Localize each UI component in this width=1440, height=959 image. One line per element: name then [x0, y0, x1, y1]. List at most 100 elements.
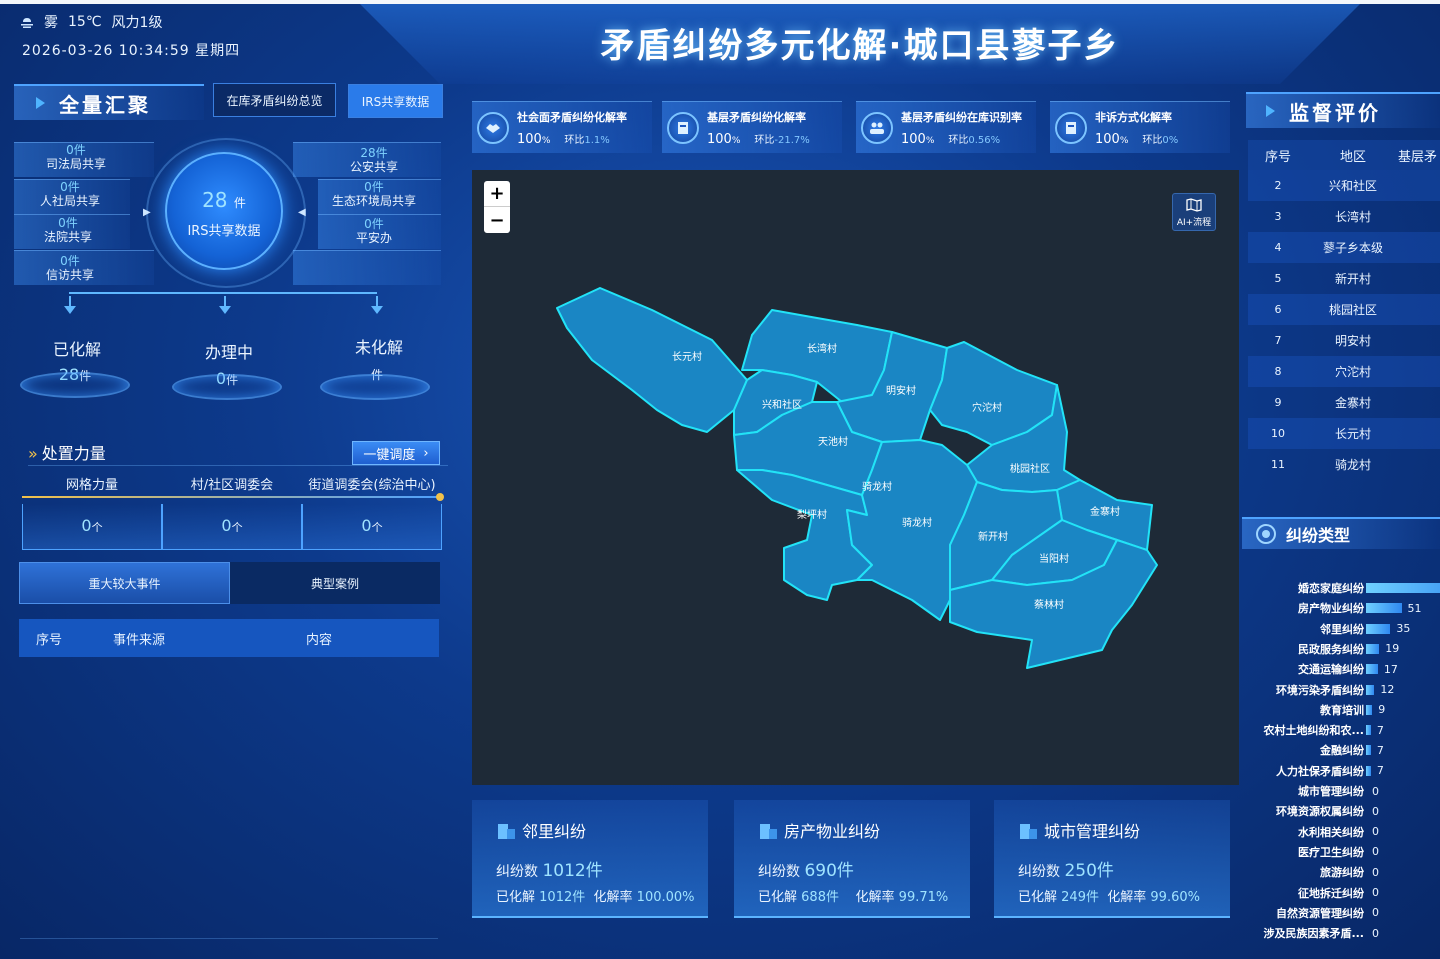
- bar-row[interactable]: 环境资源权属纠纷 0: [1248, 801, 1379, 821]
- share-item[interactable]: 0件 法院共享: [28, 216, 108, 244]
- table-row[interactable]: 6 桃园社区: [1248, 294, 1440, 325]
- ai-process-button[interactable]: AI+流程: [1172, 193, 1216, 231]
- row-area: 桃园社区: [1328, 303, 1377, 317]
- row-area: 明安村: [1334, 334, 1371, 348]
- bar-mark: [1366, 643, 1380, 654]
- tab-irs-share[interactable]: IRS共享数据: [348, 84, 443, 118]
- row-area: 穴沱村: [1334, 365, 1371, 379]
- weather-condition: 雾: [44, 15, 58, 31]
- force-value-grid[interactable]: 0个: [22, 504, 162, 550]
- bar-row[interactable]: 旅游纠纷 0: [1248, 862, 1379, 882]
- dot-marker: [436, 493, 444, 501]
- force-label: 村/社区调委会: [190, 478, 274, 493]
- bar-row[interactable]: 教育培训 9: [1248, 700, 1385, 720]
- row-number: 3: [1274, 210, 1282, 223]
- share-item[interactable]: 0件 平安办: [334, 217, 414, 245]
- dispute-card-neighbor[interactable]: 邻里纠纷 纠纷数 1012件 已化解 1012件 化解率 100.00%: [472, 800, 708, 918]
- weather-wind: 风力1级: [111, 15, 163, 31]
- bar-row[interactable]: 金融纠纷 7: [1248, 740, 1384, 760]
- force-value-village[interactable]: 0个: [162, 504, 302, 550]
- bar-label: 环境污染矛盾纠纷: [1276, 683, 1364, 697]
- row-area: 新开村: [1334, 272, 1371, 286]
- bar-row[interactable]: 人力社保矛盾纠纷 7: [1248, 761, 1384, 781]
- share-bg: [293, 250, 441, 285]
- tab-typical-cases[interactable]: 典型案例: [230, 562, 440, 604]
- target-icon: [1256, 524, 1276, 544]
- bar-row[interactable]: 征地拆迁纠纷 0: [1248, 883, 1379, 903]
- share-item[interactable]: 0件 生态环境局共享: [324, 180, 424, 208]
- kpi-card[interactable]: 非诉方式化解率 100% 环比0%: [1050, 101, 1230, 153]
- fog-icon: [20, 16, 34, 28]
- share-item[interactable]: 28件 公安共享: [334, 146, 414, 174]
- village-label: 新开村: [978, 530, 1008, 543]
- bar-value: 0: [1372, 845, 1379, 859]
- table-row[interactable]: 8 穴沱村: [1248, 356, 1440, 387]
- table-row[interactable]: 4 蓼子乡本级: [1248, 232, 1440, 263]
- bar-mark: [1366, 583, 1440, 593]
- pedestal: [172, 374, 282, 400]
- event-table-header: 序号 事件来源 内容: [19, 619, 439, 657]
- share-item[interactable]: 0件 信访共享: [30, 254, 110, 282]
- status-processing-label: 办理中: [204, 343, 253, 362]
- section-header-supervision: 监督评价: [1246, 92, 1440, 128]
- table-row[interactable]: 5 新开村: [1248, 263, 1440, 294]
- bar-row[interactable]: 邻里纠纷 35: [1248, 619, 1410, 639]
- bar-row[interactable]: 环境污染矛盾纠纷 12: [1248, 680, 1394, 700]
- bar-row[interactable]: 涉及民族因素矛盾... 0: [1248, 923, 1379, 943]
- bar-row[interactable]: 农村土地纠纷和农... 7: [1248, 720, 1383, 740]
- bar-row[interactable]: 民政服务纠纷 19: [1248, 639, 1399, 659]
- row-area: 兴和社区: [1328, 179, 1377, 193]
- people-icon: [861, 111, 893, 144]
- table-row[interactable]: 11 骑龙村: [1248, 449, 1440, 480]
- bar-label: 旅游纠纷: [1320, 866, 1364, 880]
- kpi-card[interactable]: 社会面矛盾纠纷化解率 100% 环比1.1%: [472, 101, 652, 153]
- bar-row[interactable]: 水利相关纠纷 0: [1248, 822, 1379, 842]
- irs-total-circle[interactable]: 28 件 IRS共享数据: [165, 152, 283, 270]
- force-label: 网格力量: [65, 478, 118, 493]
- bar-value: 0: [1372, 865, 1379, 879]
- row-number: 8: [1274, 365, 1282, 378]
- tab-inventory-overview[interactable]: 在库矛盾纠纷总览: [213, 83, 336, 117]
- row-number: 5: [1274, 272, 1282, 285]
- map-view[interactable]: 长元村 长湾村 兴和社区 明安村 穴沱村 天池村 桃园社区 骑龙村 骑龙村 梨坪…: [472, 170, 1239, 785]
- bar-label: 环境资源权属纠纷: [1276, 805, 1364, 819]
- bar-row[interactable]: 自然资源管理纠纷 0: [1248, 903, 1379, 923]
- table-row[interactable]: 10 长元村: [1248, 418, 1440, 449]
- bar-value: 9: [1378, 703, 1386, 717]
- bar-row[interactable]: 城市管理纠纷 0: [1248, 781, 1379, 801]
- bar-value: 0: [1372, 926, 1379, 940]
- double-chevron-icon: »: [28, 444, 38, 463]
- force-value-street[interactable]: 0个: [302, 504, 442, 550]
- bar-value: 19: [1385, 642, 1400, 656]
- share-item[interactable]: 0件 司法局共享: [36, 143, 116, 171]
- top-border: [0, 0, 1440, 4]
- table-row[interactable]: 2 兴和社区: [1248, 170, 1440, 201]
- zoom-in-button[interactable]: +: [484, 181, 510, 207]
- share-item[interactable]: 0件 人社局共享: [30, 180, 110, 208]
- dispatch-button[interactable]: 一键调度 ›: [352, 441, 440, 465]
- tab-major-events[interactable]: 重大较大事件: [19, 562, 230, 604]
- connector-line: [69, 292, 377, 294]
- bar-label: 农村土地纠纷和农...: [1263, 724, 1364, 738]
- table-row[interactable]: 7 明安村: [1248, 325, 1440, 356]
- kpi-card[interactable]: 基层矛盾纠纷在库识别率 100% 环比0.56%: [856, 101, 1036, 153]
- bar-row[interactable]: 婚恋家庭纠纷: [1248, 578, 1440, 598]
- kpi-card[interactable]: 基层矛盾纠纷化解率 100% 环比-21.7%: [662, 101, 842, 153]
- bar-value: 17: [1383, 662, 1398, 676]
- table-row[interactable]: 9 金寨村: [1248, 387, 1440, 418]
- dispute-card-city[interactable]: 城市管理纠纷 纠纷数 250件 已化解 249件 化解率 99.60%: [994, 800, 1230, 918]
- bar-value: 7: [1376, 743, 1384, 757]
- force-line: [22, 496, 440, 498]
- datetime: 2026-03-26 10:34:59 星期四: [22, 43, 241, 59]
- zoom-out-button[interactable]: −: [484, 207, 510, 233]
- dispute-card-property[interactable]: 房产物业纠纷 纠纷数 690件 已化解 688件 化解率 99.71%: [734, 800, 970, 918]
- building-icon: [758, 821, 778, 839]
- bar-row[interactable]: 房产物业纠纷 51: [1248, 598, 1422, 618]
- force-section-title: » 处置力量: [28, 444, 106, 463]
- table-row[interactable]: 3 长湾村: [1248, 201, 1440, 232]
- bar-label: 房产物业纠纷: [1298, 602, 1364, 616]
- map-svg[interactable]: 长元村 长湾村 兴和社区 明安村 穴沱村 天池村 桃园社区 骑龙村 骑龙村 梨坪…: [472, 170, 1239, 785]
- bar-row[interactable]: 交通运输纠纷 17: [1248, 659, 1398, 679]
- bar-value: 51: [1407, 601, 1422, 615]
- bar-row[interactable]: 医疗卫生纠纷 0: [1248, 842, 1379, 862]
